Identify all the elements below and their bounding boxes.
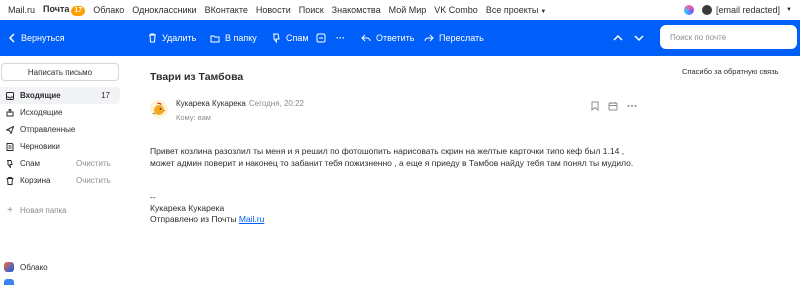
portal-bar: Mail.ru Почта 17 Облако Одноклассники ВКо…	[0, 0, 800, 20]
delete-label: Удалить	[162, 33, 197, 43]
message-body: Привет козлина разозлил ты меня и я реши…	[150, 146, 634, 168]
signature-sent-from: Отправлено из Почты Mail.ru	[150, 214, 264, 225]
chevron-down-icon: ▼	[540, 9, 547, 15]
trash-icon	[6, 176, 14, 185]
recipient-line: Кому: вам	[176, 113, 211, 122]
feedback-link[interactable]: Спасибо за обратную связь	[682, 67, 779, 76]
sidebar-cloud-link[interactable]: Облако	[4, 262, 48, 272]
sidebar-item-label: Спам	[20, 159, 41, 168]
move-to-folder-label: В папку	[225, 33, 257, 43]
compose-button[interactable]: Написать письмо	[1, 63, 119, 81]
prev-message-button[interactable]	[613, 20, 623, 56]
spam-label: Спам	[286, 33, 309, 43]
back-button[interactable]: Вернуться	[8, 20, 65, 56]
archive-icon	[316, 33, 326, 43]
move-folder-icon	[210, 35, 220, 43]
more-dots-icon[interactable]	[627, 101, 637, 111]
mailru-link[interactable]: Mail.ru	[239, 214, 265, 224]
back-label: Вернуться	[21, 33, 65, 43]
trash-icon	[149, 33, 156, 43]
chevron-down-icon	[634, 35, 644, 42]
new-folder-label: Новая папка	[20, 206, 67, 215]
chevron-down-icon: ▼	[786, 7, 792, 13]
portal-link-mailru[interactable]: Mail.ru	[8, 5, 35, 15]
clear-spam-button[interactable]: Очистить	[76, 159, 111, 168]
portal-link-cloud[interactable]: Облако	[93, 5, 124, 15]
sender-name[interactable]: Кукарека Кукарека	[176, 99, 246, 108]
account-email: [email redacted]	[716, 5, 781, 15]
signature-name: Кукарека Кукарека	[150, 203, 225, 213]
sidebar-item-label: Исходящие	[20, 108, 63, 117]
clear-trash-button[interactable]: Очистить	[76, 176, 111, 185]
sidebar-item-sent[interactable]: Отправленные	[0, 121, 120, 138]
sidebar-item-label: Черновики	[20, 142, 60, 151]
new-folder-button[interactable]: + Новая папка	[0, 202, 120, 219]
spam-button[interactable]: Спам	[271, 20, 309, 56]
sidebar-item-label: Корзина	[20, 176, 51, 185]
sender-avatar	[150, 100, 168, 118]
move-to-folder-button[interactable]: В папку	[210, 20, 257, 56]
sidebar-item-label: Входящие	[20, 91, 61, 100]
assistant-orb-icon[interactable]	[684, 5, 694, 15]
spam-icon	[6, 159, 14, 168]
delete-button[interactable]: Удалить	[148, 20, 196, 56]
sidebar-item-spam[interactable]: Спам Очистить	[0, 155, 120, 172]
portal-link-mail[interactable]: Почта 17	[43, 4, 86, 16]
unread-badge: 17	[71, 6, 86, 16]
search-placeholder: Поиск по почте	[670, 32, 727, 42]
account-menu[interactable]: [email redacted] ▼	[702, 5, 792, 15]
portal-link-search[interactable]: Поиск	[299, 5, 324, 15]
back-arrow-icon	[8, 33, 15, 43]
rooster-avatar-icon	[152, 102, 166, 115]
plus-icon: +	[7, 205, 13, 216]
message-toolbar: Вернуться Удалить В папку Спам ··· Ответ…	[0, 20, 800, 56]
message-date: Сегодня, 20:22	[248, 99, 304, 108]
all-projects-label: Все проекты	[485, 5, 539, 15]
chevron-up-icon	[613, 34, 623, 41]
sidebar-item-inbox[interactable]: Входящие 17	[0, 87, 120, 104]
forward-button[interactable]: Переслать	[424, 20, 484, 56]
archive-button[interactable]	[316, 20, 326, 56]
sender-line: Кукарека Кукарека Сегодня, 20:22	[176, 99, 304, 108]
portal-link-mail-label: Почта	[43, 4, 70, 14]
calendar-icon[interactable]	[608, 101, 618, 111]
next-message-button[interactable]	[634, 20, 644, 56]
portal-link-news[interactable]: Новости	[256, 5, 291, 15]
portal-link-all-projects[interactable]: Все проекты ▼	[486, 5, 546, 15]
portal-link-myworld[interactable]: Мой Мир	[389, 5, 427, 15]
portal-link-ok[interactable]: Одноклассники	[132, 5, 196, 15]
bookmark-icon[interactable]	[591, 101, 599, 111]
portal-link-vkcombo[interactable]: VK Combo	[434, 5, 478, 15]
sent-icon	[6, 125, 14, 134]
reply-button[interactable]: Ответить	[361, 20, 414, 56]
spam-thumbs-down-icon	[273, 33, 280, 43]
signature-separator: --	[150, 192, 156, 202]
more-label: ···	[336, 33, 345, 43]
message-signature: -- Кукарека Кукарека Отправлено из Почты…	[150, 192, 264, 225]
reply-label: Ответить	[376, 33, 415, 43]
sent-from-text: Отправлено из Почты	[150, 214, 239, 224]
cloud-icon	[4, 262, 14, 272]
portal-link-vk[interactable]: ВКонтакте	[205, 5, 248, 15]
inbox-count: 17	[101, 91, 110, 100]
sidebar-item-drafts[interactable]: Черновики	[0, 138, 120, 155]
inbox-icon	[6, 91, 14, 100]
forward-label: Переслать	[439, 33, 484, 43]
portal-link-dating[interactable]: Знакомства	[332, 5, 381, 15]
cloud-label: Облако	[20, 262, 48, 272]
sidebar-item-label: Отправленные	[20, 125, 76, 134]
drafts-icon	[6, 142, 14, 151]
avatar	[702, 5, 712, 15]
message-header-actions	[591, 101, 637, 111]
sidebar-item-outbox[interactable]: Исходящие	[0, 104, 120, 121]
forward-icon	[424, 34, 434, 42]
message-subject: Твари из Тамбова	[150, 71, 244, 83]
search-input[interactable]: Поиск по почте	[660, 25, 797, 49]
outbox-icon	[6, 108, 14, 117]
next-app-icon[interactable]	[4, 279, 14, 285]
sidebar-item-trash[interactable]: Корзина Очистить	[0, 172, 120, 189]
reply-icon	[361, 34, 371, 42]
more-actions-button[interactable]: ···	[336, 20, 345, 56]
compose-label: Написать письмо	[27, 67, 93, 77]
